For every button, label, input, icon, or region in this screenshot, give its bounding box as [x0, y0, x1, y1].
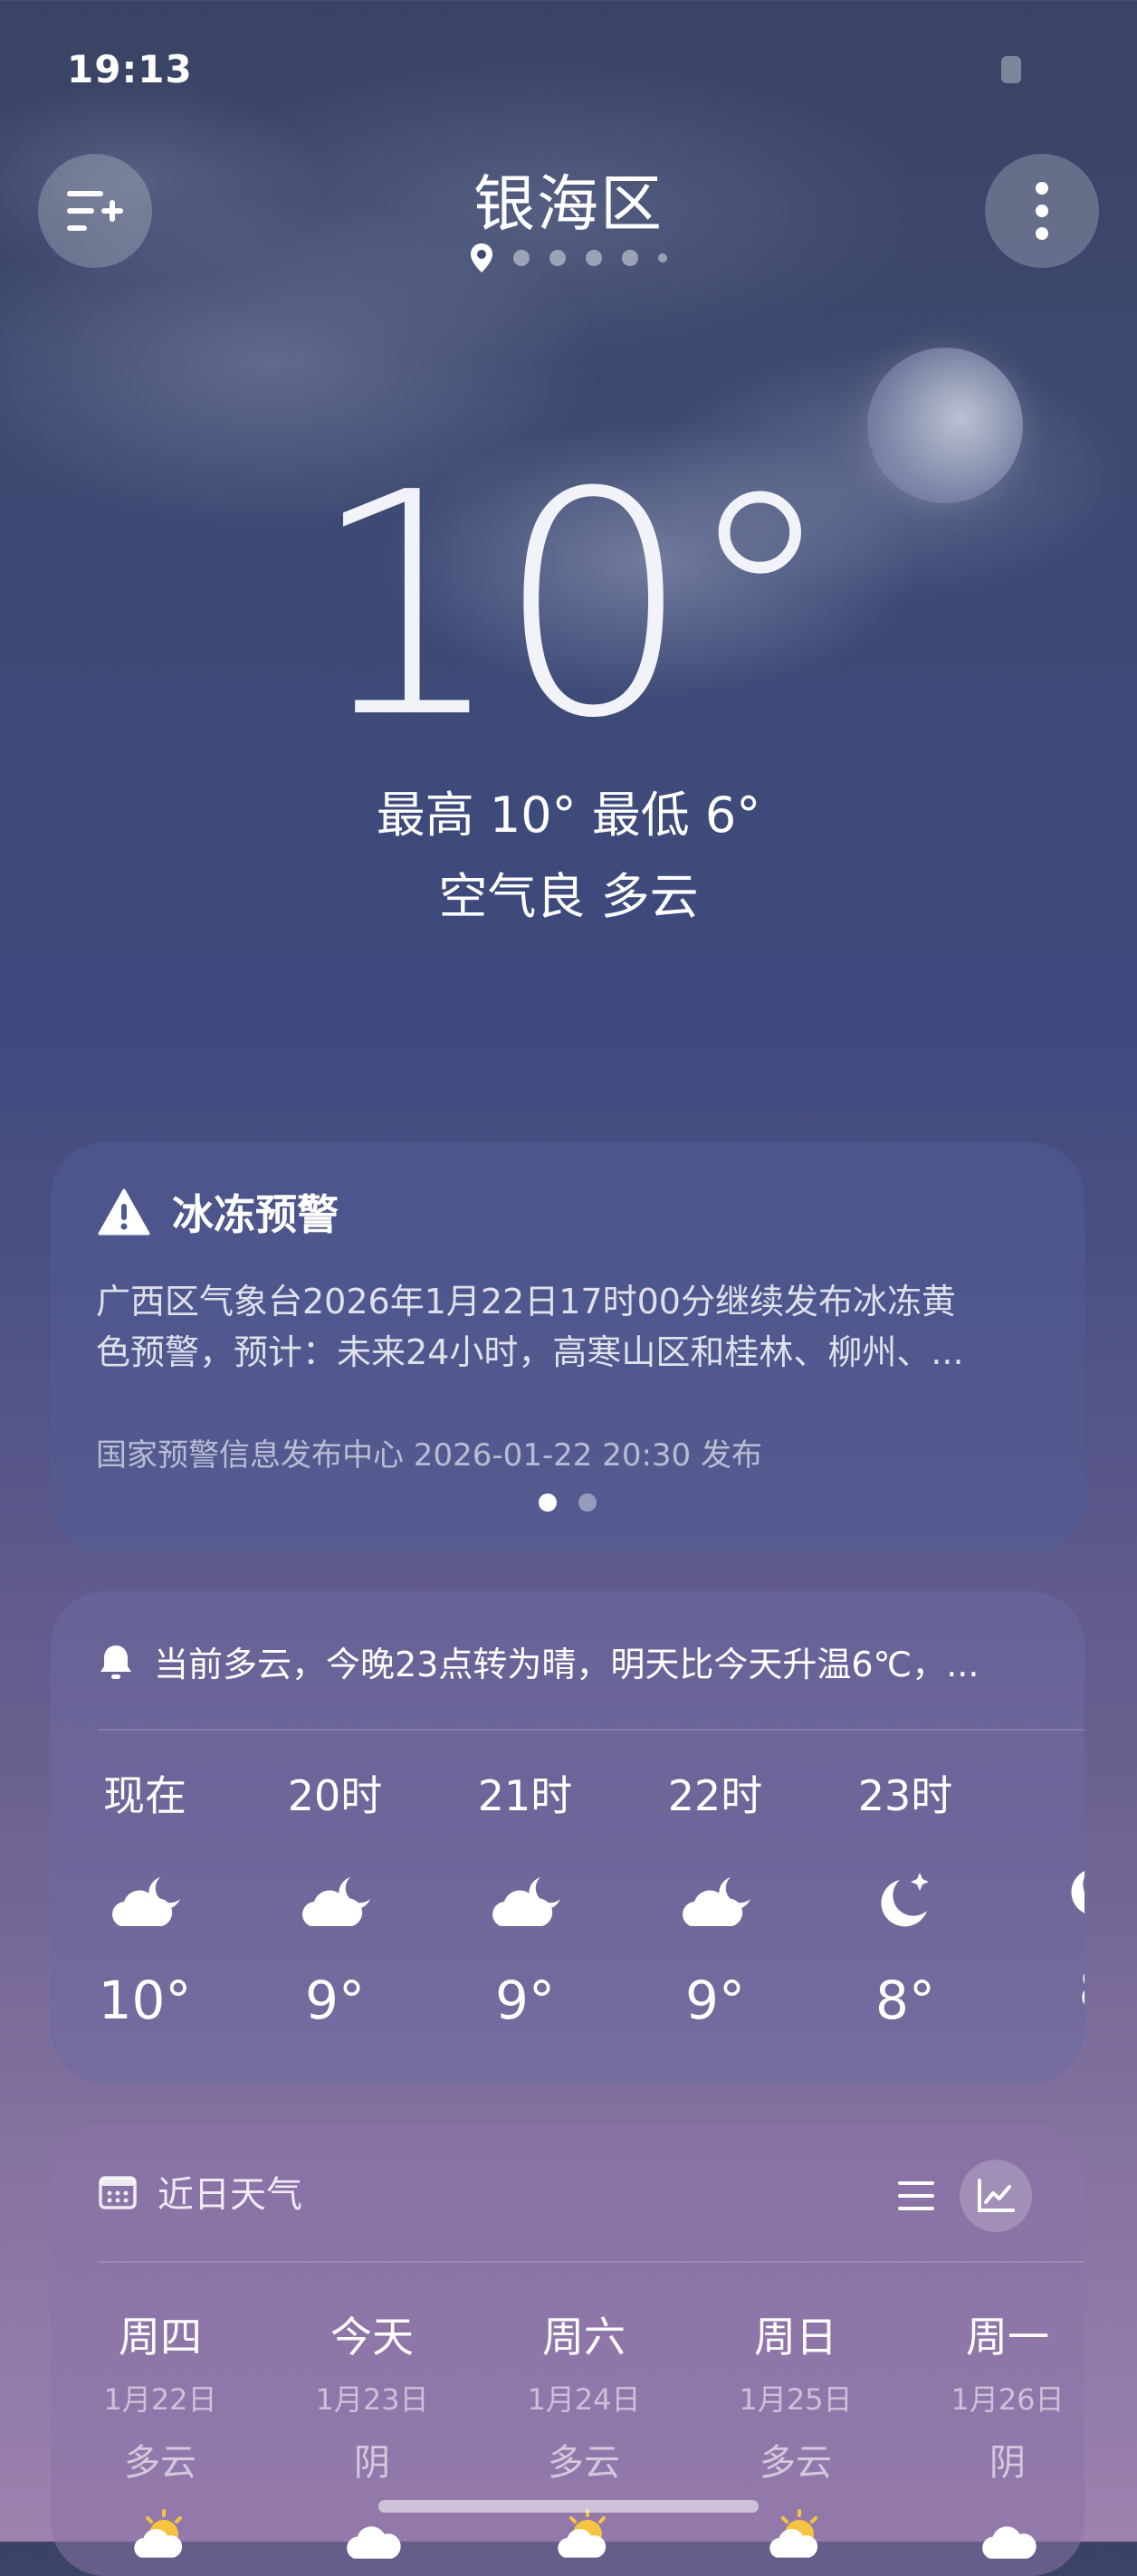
- alert-body-line: 色预警，预计：未来24小时，高寒山区和桂林、柳州、...: [96, 1332, 964, 1372]
- clear-night-icon: [815, 1854, 996, 1953]
- hour-temperature: 9°: [495, 1970, 555, 2031]
- hour-label: 0: [1005, 1763, 1084, 1812]
- hour-temperature: 9°: [685, 1970, 745, 2031]
- hourly-forecast-card[interactable]: 当前多云，今晚23点转为晴，明天比今天升温6℃，... 现在 10° 20时 9° 21…: [51, 1591, 1084, 2084]
- clear-night-icon: [1005, 1843, 1084, 1942]
- camera-cutout: [1001, 56, 1021, 83]
- daily-item[interactable]: 周日 1月25日多云: [690, 2304, 902, 2562]
- page-dot: [586, 250, 602, 266]
- high-low-temperature: 最高 10° 最低 6°: [376, 787, 761, 844]
- current-temperature: 10°: [309, 427, 837, 786]
- cloudy-night-icon: [54, 1854, 235, 1953]
- alert-pager: [51, 1493, 1084, 1512]
- hourly-item[interactable]: 现在 10°: [54, 1763, 235, 2031]
- day-condition: 阴: [989, 2442, 1026, 2484]
- pager-dot: [578, 1493, 597, 1512]
- day-name: 周四: [119, 2313, 202, 2361]
- page-dot: [549, 250, 566, 266]
- hour-label: 现在: [103, 1771, 186, 1820]
- alert-source: 国家预警信息发布中心 2026-01-22 20:30 发布: [96, 1437, 762, 1474]
- day-date: 1月24日: [527, 2382, 641, 2417]
- status-time: 19:13: [67, 47, 193, 91]
- list-view-button[interactable]: [880, 2160, 952, 2232]
- page-indicator: [0, 243, 1137, 273]
- city-name: 银海区: [473, 169, 664, 241]
- hour-label: 22时: [667, 1771, 763, 1820]
- day-name: 今天: [330, 2313, 414, 2361]
- bell-icon: [100, 1645, 131, 1679]
- day-name: 周日: [754, 2313, 837, 2361]
- calendar-icon: [99, 2176, 137, 2209]
- chart-view-button[interactable]: [960, 2160, 1032, 2232]
- daily-title: 近日天气: [158, 2174, 302, 2216]
- hourly-item[interactable]: 22时 9°: [625, 1763, 806, 2031]
- line-chart-icon: [978, 2179, 1015, 2212]
- day-date: 1月26日: [951, 2382, 1065, 2417]
- home-indicator[interactable]: [378, 2500, 759, 2513]
- divider: [98, 2261, 1084, 2263]
- daily-item[interactable]: 周四 1月22日多云: [54, 2304, 266, 2562]
- location-pin-icon: [471, 243, 492, 272]
- warning-icon: [98, 1188, 150, 1236]
- daily-header: 近日天气: [98, 2165, 302, 2218]
- day-condition: 多云: [760, 2442, 832, 2484]
- partly-cloudy-icon: [690, 2507, 902, 2562]
- hour-label: 21时: [477, 1771, 573, 1820]
- hourly-item[interactable]: 08: [1005, 1763, 1084, 2020]
- list-icon: [898, 2181, 934, 2210]
- day-condition: 多云: [548, 2442, 620, 2484]
- alert-body-line: 广西区气象台2026年1月22日17时00分继续发布冰冻黄: [96, 1282, 956, 1321]
- hour-label: 23时: [857, 1771, 953, 1820]
- day-date: 1月25日: [739, 2382, 853, 2417]
- alert-title: 冰冻预警: [172, 1190, 339, 1239]
- day-condition: 阴: [354, 2442, 390, 2484]
- partly-cloudy-icon: [54, 2507, 266, 2562]
- divider: [98, 1729, 1084, 1731]
- hour-temperature: 10°: [98, 1970, 192, 2031]
- daily-item[interactable]: 周一 1月26日阴: [902, 2304, 1084, 2562]
- day-date: 1月22日: [103, 2382, 217, 2417]
- page-dot: [622, 250, 638, 266]
- daily-item[interactable]: 周六 1月24日多云: [478, 2304, 690, 2562]
- hourly-item[interactable]: 23时 8°: [815, 1763, 996, 2031]
- day-condition: 多云: [124, 2442, 196, 2484]
- pager-dot-active: [539, 1493, 557, 1512]
- hourly-summary: 当前多云，今晚23点转为晴，明天比今天升温6℃，...: [98, 1636, 1075, 1686]
- alert-body: 广西区气象台2026年1月22日17时00分继续发布冰冻黄 色预警，预计：未来2…: [96, 1276, 1037, 1378]
- hourly-list[interactable]: 现在10°20时9°21时9°22时9°23时8°08: [51, 1763, 1084, 2071]
- hourly-item[interactable]: 21时 9°: [435, 1763, 616, 2031]
- page-dot: [513, 250, 530, 266]
- day-date: 1月23日: [315, 2382, 429, 2417]
- air-quality-condition[interactable]: 空气良 多云: [0, 856, 1137, 928]
- hour-temperature: 8: [1005, 1959, 1084, 2020]
- day-name: 周六: [542, 2313, 626, 2361]
- daily-item[interactable]: 今天 1月23日阴: [266, 2304, 478, 2562]
- cloudy-night-icon: [435, 1854, 616, 1953]
- overcast-icon: [266, 2507, 478, 2562]
- cloudy-night-icon: [244, 1854, 425, 1953]
- hour-temperature: 8°: [875, 1970, 935, 2031]
- cloudy-night-icon: [625, 1854, 806, 1953]
- day-name: 周一: [966, 2313, 1049, 2361]
- partly-cloudy-icon: [478, 2507, 690, 2562]
- hour-label: 20时: [287, 1771, 383, 1820]
- alert-header: 冰冻预警: [98, 1182, 339, 1242]
- hourly-summary-text: 当前多云，今晚23点转为晴，明天比今天升温6℃，...: [154, 1645, 979, 1684]
- weather-alert-card[interactable]: 冰冻预警 广西区气象台2026年1月22日17时00分继续发布冰冻黄 色预警，预…: [51, 1142, 1084, 1553]
- hour-temperature: 9°: [305, 1970, 365, 2031]
- overcast-icon: [902, 2507, 1084, 2562]
- hourly-item[interactable]: 20时 9°: [244, 1763, 425, 2031]
- page-dot: [658, 253, 667, 262]
